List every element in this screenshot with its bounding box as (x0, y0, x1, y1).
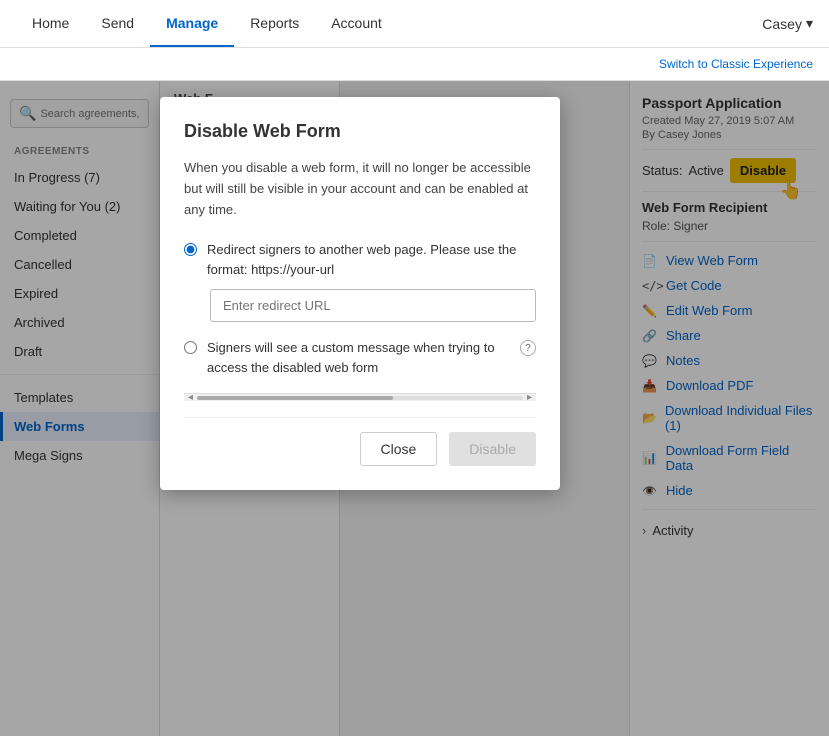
user-menu[interactable]: Casey ▾ (762, 15, 813, 32)
radio-redirect-input[interactable] (184, 243, 197, 256)
chevron-down-icon: ▾ (806, 15, 813, 32)
modal: Disable Web Form When you disable a web … (160, 97, 560, 490)
disable-form-button[interactable]: Disable (449, 432, 536, 466)
radio-option-redirect[interactable]: Redirect signers to another web page. Pl… (184, 240, 536, 279)
radio-custom-message-label: Signers will see a custom message when t… (207, 338, 510, 377)
modal-footer: Close Disable (184, 417, 536, 466)
top-nav: Home Send Manage Reports Account Casey ▾ (0, 0, 829, 48)
redirect-url-input[interactable] (210, 289, 536, 322)
modal-body-text: When you disable a web form, it will no … (184, 158, 536, 220)
nav-manage[interactable]: Manage (150, 1, 234, 47)
scroll-thumb (197, 396, 393, 400)
close-button[interactable]: Close (360, 432, 438, 466)
radio-redirect-label: Redirect signers to another web page. Pl… (207, 240, 536, 279)
radio-custom-message-input[interactable] (184, 341, 197, 354)
scroll-right-arrow[interactable]: ▸ (527, 392, 532, 403)
modal-title: Disable Web Form (184, 121, 536, 142)
sub-header: Switch to Classic Experience (0, 48, 829, 81)
nav-reports[interactable]: Reports (234, 0, 315, 48)
modal-scroll-bar[interactable]: ◂ ▸ (184, 393, 536, 401)
modal-overlay: Disable Web Form When you disable a web … (0, 81, 829, 736)
scroll-track[interactable] (197, 396, 523, 400)
nav-account[interactable]: Account (315, 0, 398, 48)
switch-classic-link[interactable]: Switch to Classic Experience (659, 57, 813, 71)
radio-option-custom-message[interactable]: Signers will see a custom message when t… (184, 338, 536, 377)
nav-home[interactable]: Home (16, 0, 85, 48)
nav-send[interactable]: Send (85, 0, 150, 48)
scroll-left-arrow[interactable]: ◂ (188, 392, 193, 403)
help-icon[interactable]: ? (520, 340, 536, 356)
